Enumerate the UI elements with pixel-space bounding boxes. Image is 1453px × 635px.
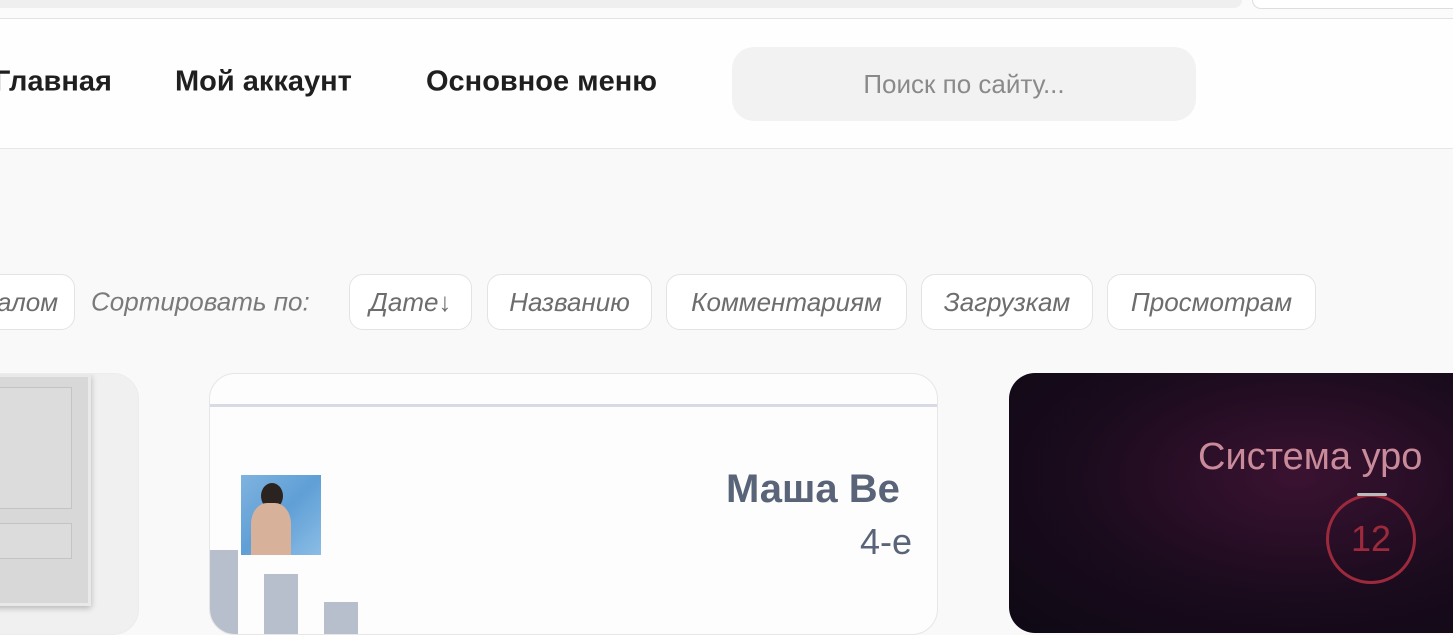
sort-by-downloads-label: Загрузкам [943, 286, 1071, 317]
content-card-left[interactable] [0, 373, 139, 635]
level-progress-mark [1357, 493, 1387, 496]
card-person-subtitle: 4-е [860, 521, 913, 562]
sort-by-views[interactable]: Просмотрам [1107, 274, 1316, 330]
top-bar [0, 0, 1453, 19]
sort-by-comments[interactable]: Комментариям [666, 274, 907, 330]
sort-by-title[interactable]: Названию [487, 274, 652, 330]
sort-label: Сортировать по: [91, 286, 310, 317]
main-navigation: Главная Мой аккаунт Основное меню [0, 19, 1453, 149]
avatar-torso [251, 503, 291, 555]
card-level-title: Система уро [1198, 436, 1423, 478]
content-card-middle[interactable]: Маша Ве 4-е [209, 373, 938, 635]
sort-by-downloads[interactable]: Загрузкам [921, 274, 1093, 330]
avatar [241, 475, 321, 555]
sort-by-views-label: Просмотрам [1130, 286, 1293, 317]
level-ring: 12 [1326, 494, 1416, 584]
card-person-name: Маша Ве [726, 467, 900, 511]
card-bar [210, 550, 238, 634]
top-field-right[interactable] [1252, 0, 1453, 9]
sort-chip-previous-label: алом [0, 286, 59, 317]
content-card-right[interactable]: Система уро 12 [1009, 373, 1453, 633]
sort-chip-previous[interactable]: алом [0, 274, 75, 330]
card-preview-image [0, 374, 91, 606]
nav-my-account[interactable]: Мой аккаунт [175, 66, 352, 99]
card-divider [210, 404, 937, 407]
level-number: 12 [1350, 518, 1392, 559]
sort-by-title-label: Названию [509, 286, 630, 317]
sort-by-date[interactable]: Дате↓ [349, 274, 472, 330]
sort-by-date-label: Дате↓ [369, 286, 452, 317]
sort-by-comments-label: Комментариям [691, 286, 882, 317]
card-bar [264, 574, 298, 634]
nav-home[interactable]: Главная [0, 66, 112, 99]
search-input[interactable] [732, 47, 1196, 121]
nav-main-menu[interactable]: Основное меню [426, 66, 657, 99]
card-bar [324, 602, 358, 634]
top-field-left[interactable] [0, 0, 1242, 8]
preview-panel [0, 523, 72, 559]
preview-panel [0, 387, 72, 509]
